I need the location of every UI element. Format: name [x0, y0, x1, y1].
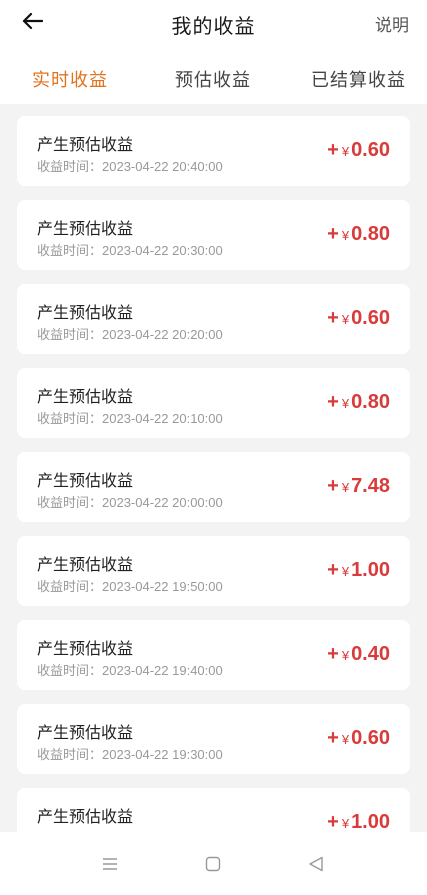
record-amount: + ¥0.60 [327, 727, 390, 750]
record-title: 产生预估收益 [37, 557, 134, 574]
record-title: 产生预估收益 [37, 305, 134, 322]
record-time: 收益时间：2023-04-22 19:40:00 [37, 660, 223, 679]
explain-link[interactable]: 说明 [375, 11, 409, 36]
amount-sign: + [327, 727, 339, 749]
record-time-value: 2023-04-22 19:40:00 [102, 663, 223, 678]
record-time-value: 2023-04-22 19:30:00 [102, 747, 223, 762]
record-time: 收益时间：2023-04-22 20:10:00 [37, 408, 223, 427]
tab-estimated[interactable]: 预估收益 [175, 66, 251, 92]
amount-value: 0.80 [351, 223, 390, 245]
currency-symbol: ¥ [341, 564, 350, 579]
record-time-value: 2023-04-22 20:40:00 [102, 159, 223, 174]
record-title: 产生预估收益 [37, 809, 134, 826]
amount-value: 0.60 [351, 307, 390, 329]
list-item[interactable]: 产生预估收益 收益时间：2023-04-22 20:20:00 + ¥0.60 [17, 284, 410, 354]
triangle-back-icon [309, 856, 323, 872]
record-title: 产生预估收益 [37, 389, 134, 406]
record-time: 收益时间：2023-04-22 20:20:00 [37, 324, 223, 343]
record-time-prefix: 收益时间： [37, 747, 103, 762]
record-time-value: 2023-04-22 20:00:00 [102, 495, 223, 510]
record-time-value: 2023-04-22 19:50:00 [102, 579, 223, 594]
record-time: 收益时间：2023-04-22 20:30:00 [37, 240, 223, 259]
amount-sign: + [327, 307, 339, 329]
amount-value: 7.48 [351, 475, 390, 497]
record-amount: + ¥0.60 [327, 139, 390, 162]
currency-symbol: ¥ [341, 312, 350, 327]
amount-sign: + [327, 223, 339, 245]
amount-sign: + [327, 811, 339, 832]
amount-sign: + [327, 475, 339, 497]
home-button[interactable] [195, 846, 231, 882]
amount-value: 1.00 [351, 559, 390, 581]
recent-apps-button[interactable] [92, 846, 128, 882]
currency-symbol: ¥ [341, 396, 350, 411]
currency-symbol: ¥ [341, 816, 350, 831]
record-amount: + ¥1.00 [327, 811, 390, 832]
list-item[interactable]: 产生预估收益 收益时间：2023-04-22 20:10:00 + ¥0.80 [17, 368, 410, 438]
arrow-left-icon [22, 12, 43, 30]
record-time-prefix: 收益时间： [37, 159, 103, 174]
menu-lines-icon [103, 858, 117, 870]
list-item[interactable]: 产生预估收益 + ¥1.00 [17, 788, 410, 832]
amount-sign: + [327, 643, 339, 665]
record-time: 收益时间：2023-04-22 20:40:00 [37, 156, 223, 175]
amount-value: 0.40 [351, 643, 390, 665]
list-item[interactable]: 产生预估收益 收益时间：2023-04-22 19:30:00 + ¥0.60 [17, 704, 410, 774]
square-home-icon [205, 856, 221, 872]
record-amount: + ¥0.60 [327, 307, 390, 330]
currency-symbol: ¥ [341, 732, 350, 747]
record-time-prefix: 收益时间： [37, 579, 103, 594]
record-time-value: 2023-04-22 20:10:00 [102, 411, 223, 426]
record-time-prefix: 收益时间： [37, 495, 103, 510]
record-amount: + ¥0.80 [327, 391, 390, 414]
record-time: 收益时间：2023-04-22 20:00:00 [37, 492, 223, 511]
amount-sign: + [327, 139, 339, 161]
list-item[interactable]: 产生预估收益 收益时间：2023-04-22 20:40:00 + ¥0.60 [17, 116, 410, 186]
tab-settled[interactable]: 已结算收益 [311, 66, 406, 92]
system-nav-bar [0, 832, 427, 895]
earnings-tabs: 实时收益 预估收益 已结算收益 [0, 56, 427, 98]
record-time-value: 2023-04-22 20:20:00 [102, 327, 223, 342]
record-amount: + ¥1.00 [327, 559, 390, 582]
record-time: 收益时间：2023-04-22 19:30:00 [37, 744, 223, 763]
record-time-prefix: 收益时间： [37, 327, 103, 342]
record-time-value: 2023-04-22 20:30:00 [102, 243, 223, 258]
record-amount: + ¥7.48 [327, 475, 390, 498]
back-button[interactable] [18, 9, 46, 33]
amount-value: 1.00 [351, 811, 390, 832]
earnings-list[interactable]: 产生预估收益 收益时间：2023-04-22 20:40:00 + ¥0.60 产… [0, 104, 427, 832]
list-item[interactable]: 产生预估收益 收益时间：2023-04-22 20:30:00 + ¥0.80 [17, 200, 410, 270]
amount-value: 0.80 [351, 391, 390, 413]
currency-symbol: ¥ [341, 480, 350, 495]
currency-symbol: ¥ [341, 144, 350, 159]
list-item[interactable]: 产生预估收益 收益时间：2023-04-22 19:50:00 + ¥1.00 [17, 536, 410, 606]
list-item[interactable]: 产生预估收益 收益时间：2023-04-22 19:40:00 + ¥0.40 [17, 620, 410, 690]
record-time-prefix: 收益时间： [37, 411, 103, 426]
record-time: 收益时间：2023-04-22 19:50:00 [37, 576, 223, 595]
amount-sign: + [327, 559, 339, 581]
system-back-button[interactable] [298, 846, 334, 882]
amount-value: 0.60 [351, 727, 390, 749]
top-bar: 我的收益 说明 [0, 0, 427, 46]
record-time-prefix: 收益时间： [37, 663, 103, 678]
amount-value: 0.60 [351, 139, 390, 161]
record-title: 产生预估收益 [37, 473, 134, 490]
tab-realtime[interactable]: 实时收益 [32, 66, 108, 92]
record-amount: + ¥0.80 [327, 223, 390, 246]
record-title: 产生预估收益 [37, 725, 134, 742]
record-amount: + ¥0.40 [327, 643, 390, 666]
record-time-prefix: 收益时间： [37, 243, 103, 258]
record-title: 产生预估收益 [37, 641, 134, 658]
page-title: 我的收益 [171, 16, 256, 38]
record-title: 产生预估收益 [37, 221, 134, 238]
list-item[interactable]: 产生预估收益 收益时间：2023-04-22 20:00:00 + ¥7.48 [17, 452, 410, 522]
amount-sign: + [327, 391, 339, 413]
record-title: 产生预估收益 [37, 137, 134, 154]
currency-symbol: ¥ [341, 648, 350, 663]
currency-symbol: ¥ [341, 228, 350, 243]
